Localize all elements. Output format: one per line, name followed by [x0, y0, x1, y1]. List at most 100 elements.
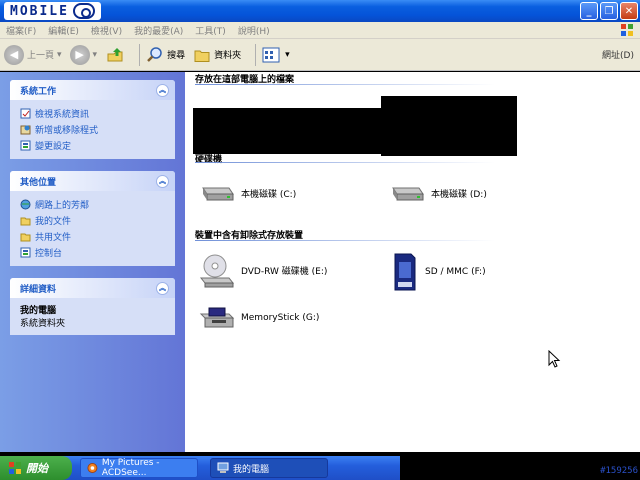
mobile-logo: MOBILE: [4, 2, 101, 20]
menu-help[interactable]: 說明(H): [238, 24, 270, 37]
taskbar-button-label: 我的電腦: [233, 464, 270, 475]
drive-d[interactable]: 本機磁碟 (D:): [389, 182, 487, 204]
drive-label: 本機磁碟 (D:): [431, 189, 487, 200]
hard-drive-icon: [392, 187, 424, 201]
sd-card-icon: [394, 253, 416, 291]
collapse-chevron-icon[interactable]: ︽: [156, 83, 169, 97]
toolbar: ◀ 上一頁 ▾ ▶ ▾ 搜尋 資料夾 ▾: [0, 39, 640, 71]
back-button[interactable]: ◀ 上一頁 ▾: [4, 44, 62, 65]
menu-bar: 檔案(F) 編輯(E) 檢視(V) 我的最愛(A) 工具(T) 說明(H): [0, 22, 640, 39]
system-tasks-header[interactable]: 系統工作 ︽: [10, 80, 175, 100]
folder-icon: [20, 217, 31, 225]
back-label: 上一頁: [27, 51, 55, 61]
place-control-panel[interactable]: 控制台: [20, 244, 167, 260]
logo-mark-icon: [72, 3, 95, 19]
drive-label: DVD-RW 磁碟機 (E:): [241, 266, 328, 277]
start-label: 開始: [26, 462, 48, 475]
system-tasks-box: 系統工作 ︽ 檢視系統資訊 新增或移除程式 變更設定: [10, 80, 175, 159]
drive-g-memorystick[interactable]: MemoryStick (G:): [199, 306, 319, 330]
place-label: 網路上的芳鄰: [35, 200, 90, 211]
taskbar-button-label: My Pictures - ACDSee...: [101, 458, 160, 478]
section-divider: [195, 84, 495, 85]
folders-button[interactable]: 資料夾: [193, 46, 241, 64]
section-divider: [195, 162, 495, 163]
details-box: 詳細資料 ︽ 我的電腦 系統資料夾: [10, 278, 175, 335]
section-divider: [195, 240, 495, 241]
views-icon: [262, 47, 280, 62]
forward-arrow-icon: ▶: [69, 44, 90, 65]
place-label: 共用文件: [35, 232, 72, 243]
dropdown-arrow-icon: ▾: [57, 49, 62, 60]
redacted-area: [193, 108, 516, 154]
title-bar: MOBILE _ ❐ ✕: [0, 0, 640, 22]
address-label: 網址(D): [602, 51, 634, 61]
collapse-chevron-icon[interactable]: ︽: [156, 281, 169, 295]
drive-c[interactable]: 本機磁碟 (C:): [199, 182, 296, 204]
content-area: 存放在這部電腦上的檔案 硬碟機 本機磁碟 (C:) 本機磁碟 (D:) 裝置中含…: [185, 72, 640, 452]
search-button[interactable]: 搜尋: [146, 46, 185, 64]
task-label: 新增或移除程式: [35, 125, 99, 136]
hard-drive-icon: [202, 187, 234, 201]
control-panel-icon: [20, 140, 31, 150]
mouse-cursor-icon: [548, 350, 561, 368]
task-add-remove-programs[interactable]: 新增或移除程式: [20, 121, 167, 137]
task-view-system-info[interactable]: 檢視系統資訊: [20, 105, 167, 121]
task-label: 變更設定: [35, 141, 72, 152]
tasks-pane: 系統工作 ︽ 檢視系統資訊 新增或移除程式 變更設定 其他位置 ︽ 網路上的芳鄰…: [0, 72, 185, 452]
details-name: 我的電腦: [20, 306, 57, 316]
dropdown-arrow-icon: ▾: [285, 49, 290, 60]
task-label: 檢視系統資訊: [35, 109, 90, 120]
start-button[interactable]: 開始: [0, 456, 72, 480]
system-info-icon: [20, 108, 31, 118]
place-label: 我的文件: [35, 216, 72, 227]
menu-tools[interactable]: 工具(T): [195, 24, 226, 37]
back-arrow-icon: ◀: [4, 44, 24, 65]
collapse-chevron-icon[interactable]: ︽: [156, 174, 169, 188]
menu-edit[interactable]: 編輯(E): [48, 24, 79, 37]
memorystick-icon: [199, 307, 235, 328]
other-places-box: 其他位置 ︽ 網路上的芳鄰 我的文件 共用文件 控制台: [10, 171, 175, 266]
logo-text: MOBILE: [10, 3, 69, 19]
place-my-documents[interactable]: 我的文件: [20, 212, 167, 228]
up-folder-button[interactable]: [105, 45, 125, 65]
windows-flag-icon: [621, 24, 633, 36]
close-button[interactable]: ✕: [620, 2, 638, 20]
menu-favorites[interactable]: 我的最愛(A): [134, 24, 183, 37]
toolbar-separator: [139, 43, 141, 66]
drive-e-dvd[interactable]: DVD-RW 磁碟機 (E:): [199, 252, 327, 288]
other-places-header[interactable]: 其他位置 ︽: [10, 171, 175, 191]
restore-button[interactable]: ❐: [600, 2, 618, 20]
drive-label: MemoryStick (G:): [241, 313, 320, 323]
windows-flag-icon: [9, 462, 21, 474]
place-label: 控制台: [35, 248, 63, 259]
dvd-drive-icon: [199, 254, 235, 288]
acdsee-icon: [87, 463, 98, 473]
task-change-settings[interactable]: 變更設定: [20, 137, 167, 153]
search-icon: [147, 46, 162, 62]
folders-icon: [194, 50, 210, 62]
taskbar-button-my-computer[interactable]: 我的電腦: [210, 458, 328, 478]
drive-label: SD / MMC (F:): [425, 267, 486, 277]
toolbar-separator: [255, 43, 257, 66]
place-network[interactable]: 網路上的芳鄰: [20, 196, 167, 212]
control-panel-icon: [20, 247, 31, 257]
taskbar-button-acdsee[interactable]: My Pictures - ACDSee...: [80, 458, 198, 478]
dropdown-arrow-icon: ▾: [92, 49, 98, 60]
drive-f-sd[interactable]: SD / MMC (F:): [389, 252, 486, 292]
drive-label: 本機磁碟 (C:): [241, 189, 297, 200]
tray-code: #159256: [600, 466, 638, 476]
views-button[interactable]: ▾: [262, 47, 290, 63]
details-header[interactable]: 詳細資料 ︽: [10, 278, 175, 298]
folders-label: 資料夾: [214, 51, 242, 61]
search-label: 搜尋: [167, 51, 186, 61]
menu-file[interactable]: 檔案(F): [6, 24, 36, 37]
minimize-button[interactable]: _: [580, 2, 598, 20]
up-folder-icon: [107, 47, 123, 61]
forward-button[interactable]: ▶ ▾: [69, 44, 98, 65]
other-places-title: 其他位置: [20, 177, 57, 188]
place-shared-documents[interactable]: 共用文件: [20, 228, 167, 244]
details-type: 系統資料夾: [20, 319, 66, 329]
menu-view[interactable]: 檢視(V): [91, 24, 122, 37]
system-tasks-title: 系統工作: [20, 86, 57, 97]
my-computer-icon: [217, 462, 229, 473]
